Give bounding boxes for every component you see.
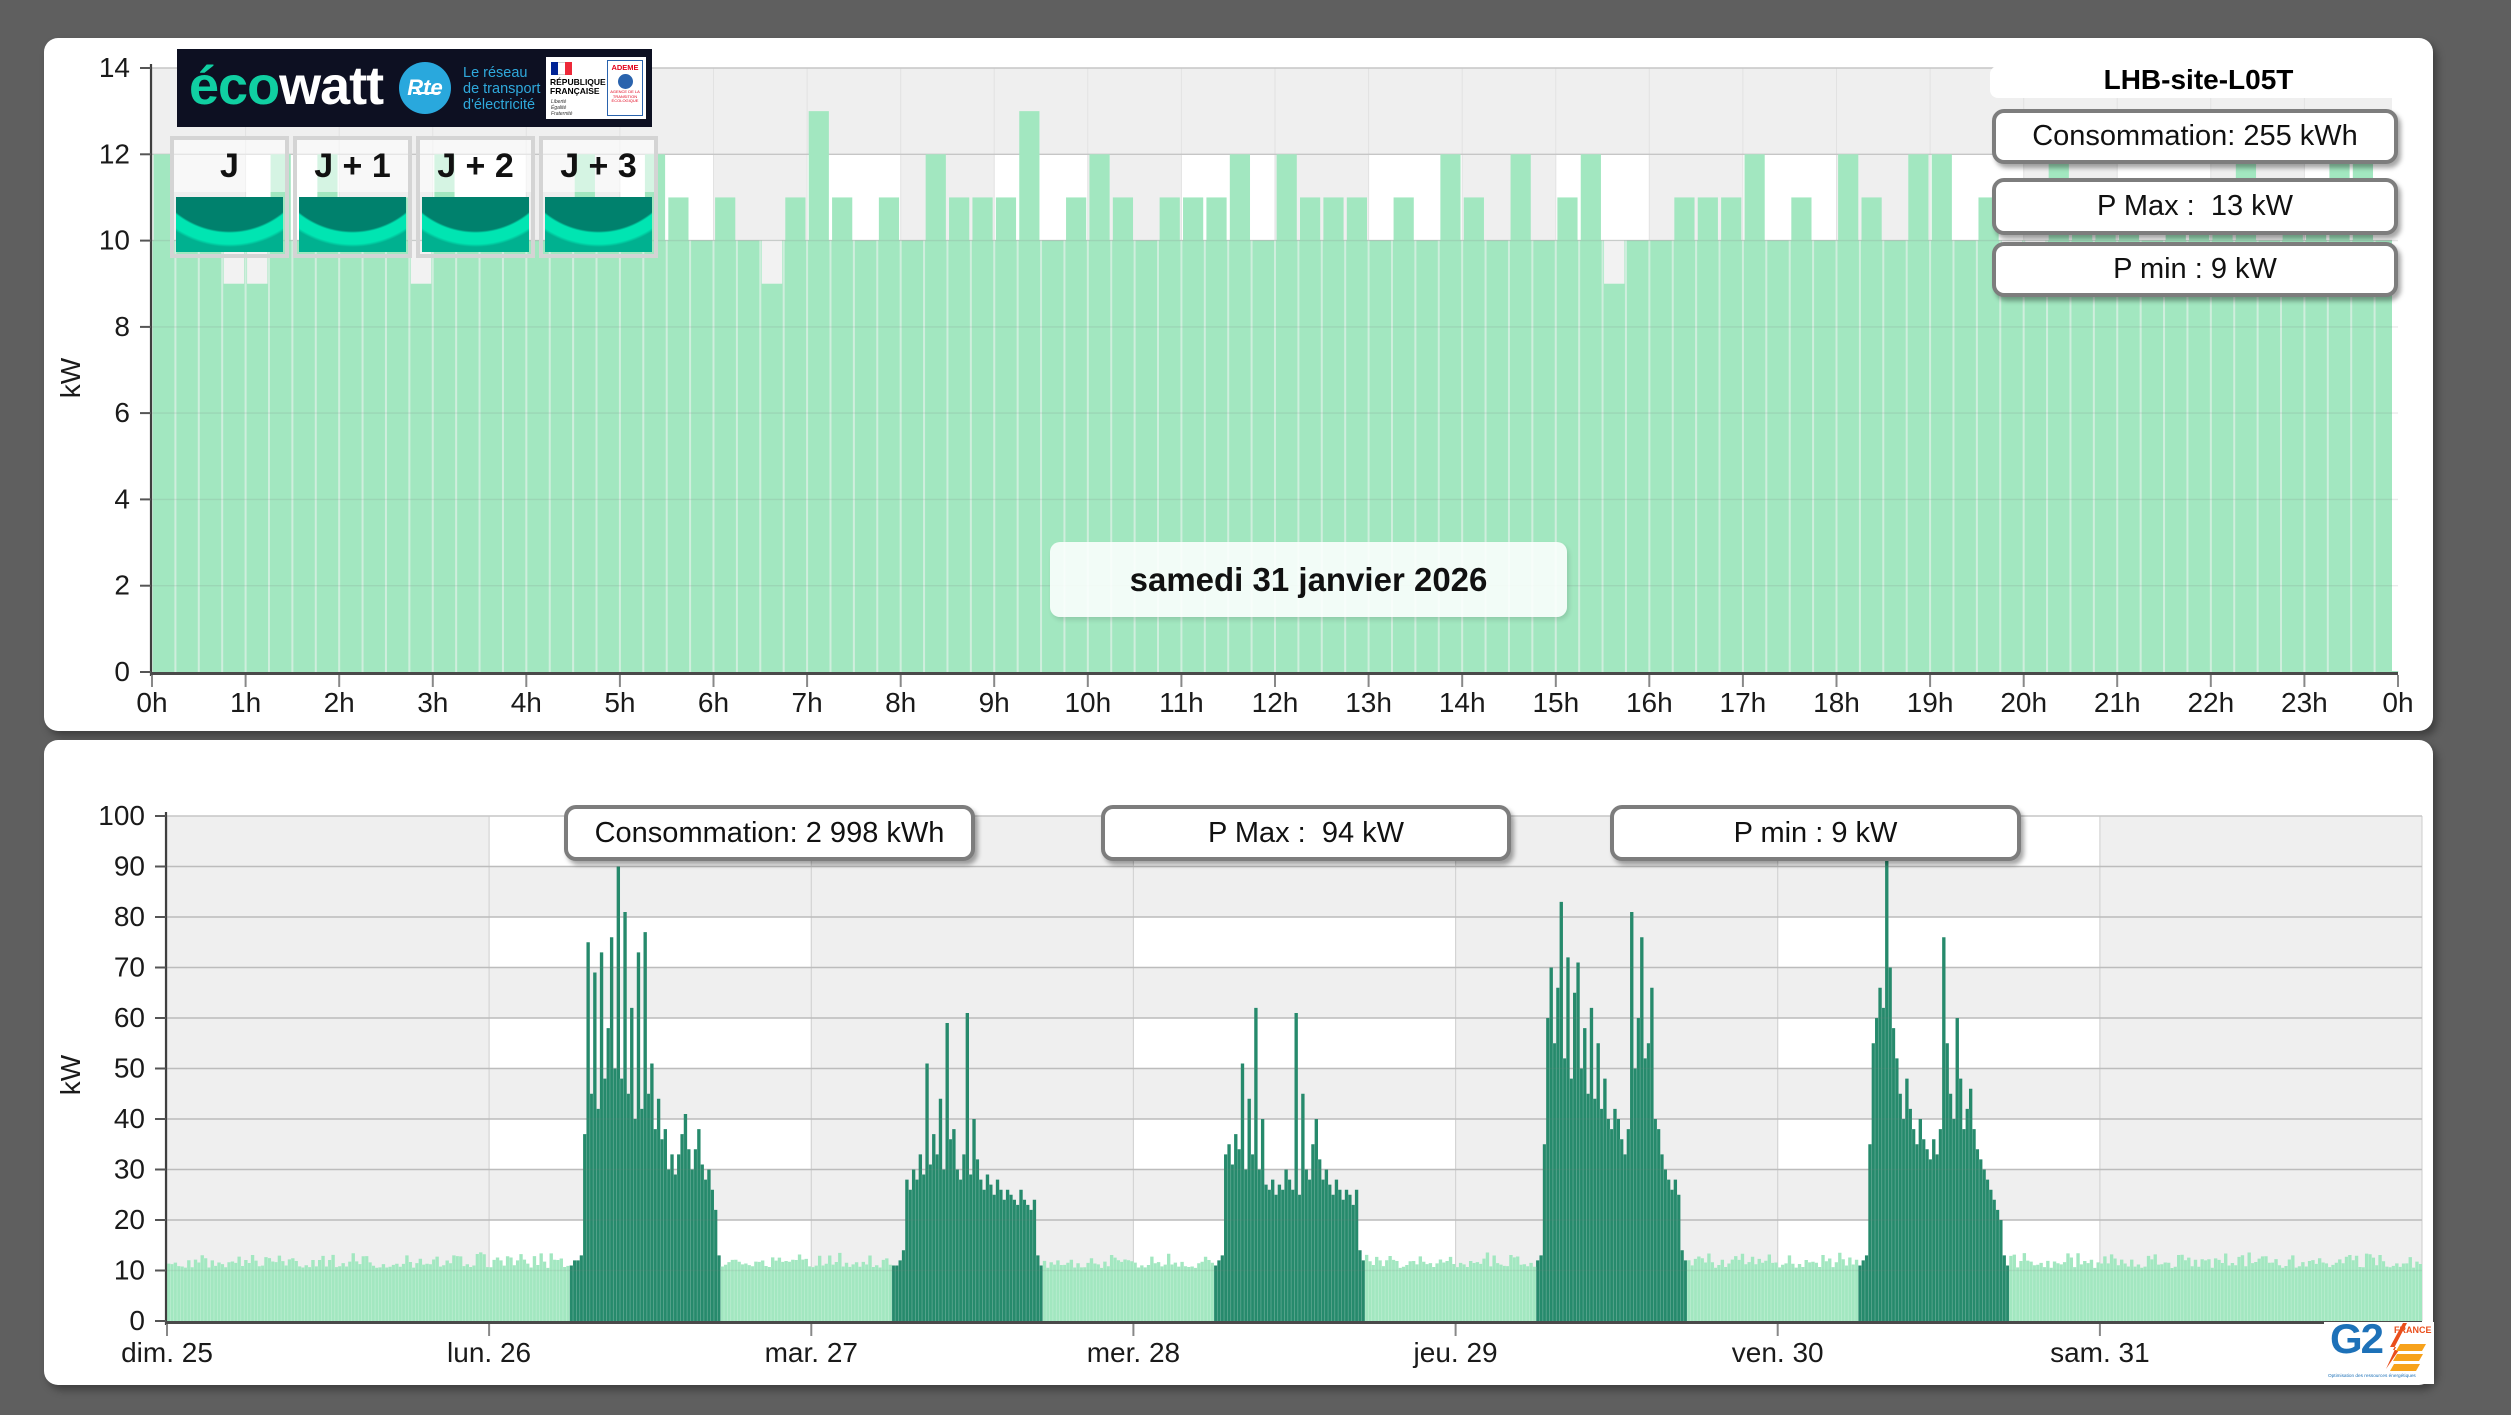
svg-text:4h: 4h [511,687,542,718]
svg-text:11h: 11h [1159,687,1204,718]
svg-text:0: 0 [129,1305,145,1336]
svg-text:20h: 20h [2000,687,2047,718]
svg-text:22h: 22h [2187,687,2234,718]
svg-text:2: 2 [114,570,130,601]
svg-text:mar. 27: mar. 27 [765,1337,858,1368]
svg-text:0h: 0h [136,687,167,718]
svg-text:16h: 16h [1626,687,1673,718]
svg-text:21h: 21h [2094,687,2141,718]
svg-text:18h: 18h [1813,687,1860,718]
svg-text:6: 6 [114,397,130,428]
svg-text:10: 10 [114,1255,145,1286]
svg-text:kW: kW [55,1054,86,1095]
svg-text:9h: 9h [979,687,1010,718]
svg-text:lun. 26: lun. 26 [447,1337,531,1368]
svg-text:4: 4 [114,483,130,514]
svg-text:sam. 31: sam. 31 [2050,1337,2150,1368]
svg-text:12: 12 [99,138,130,169]
svg-text:19h: 19h [1907,687,1954,718]
svg-text:ven. 30: ven. 30 [1732,1337,1824,1368]
svg-text:13h: 13h [1345,687,1392,718]
svg-text:17h: 17h [1720,687,1767,718]
svg-text:14: 14 [99,52,130,83]
svg-text:10: 10 [99,225,130,256]
svg-text:1h: 1h [230,687,261,718]
svg-text:90: 90 [114,851,145,882]
svg-text:20: 20 [114,1204,145,1235]
svg-text:14h: 14h [1439,687,1486,718]
svg-text:40: 40 [114,1103,145,1134]
svg-text:50: 50 [114,1053,145,1084]
svg-text:dim. 25: dim. 25 [121,1337,213,1368]
svg-text:8h: 8h [885,687,916,718]
svg-text:mer. 28: mer. 28 [1087,1337,1180,1368]
svg-text:0h: 0h [2382,687,2413,718]
svg-text:23h: 23h [2281,687,2328,718]
svg-text:15h: 15h [1532,687,1579,718]
svg-text:70: 70 [114,952,145,983]
svg-text:6h: 6h [698,687,729,718]
svg-text:kW: kW [55,357,86,398]
svg-text:60: 60 [114,1002,145,1033]
svg-text:80: 80 [114,901,145,932]
svg-text:10h: 10h [1064,687,1111,718]
svg-text:5h: 5h [604,687,635,718]
svg-text:8: 8 [114,311,130,342]
svg-text:0: 0 [114,656,130,687]
svg-text:3h: 3h [417,687,448,718]
svg-text:jeu. 29: jeu. 29 [1413,1337,1498,1368]
svg-text:7h: 7h [792,687,823,718]
svg-text:100: 100 [98,800,145,831]
svg-text:2h: 2h [324,687,355,718]
svg-text:30: 30 [114,1154,145,1185]
svg-text:12h: 12h [1252,687,1299,718]
